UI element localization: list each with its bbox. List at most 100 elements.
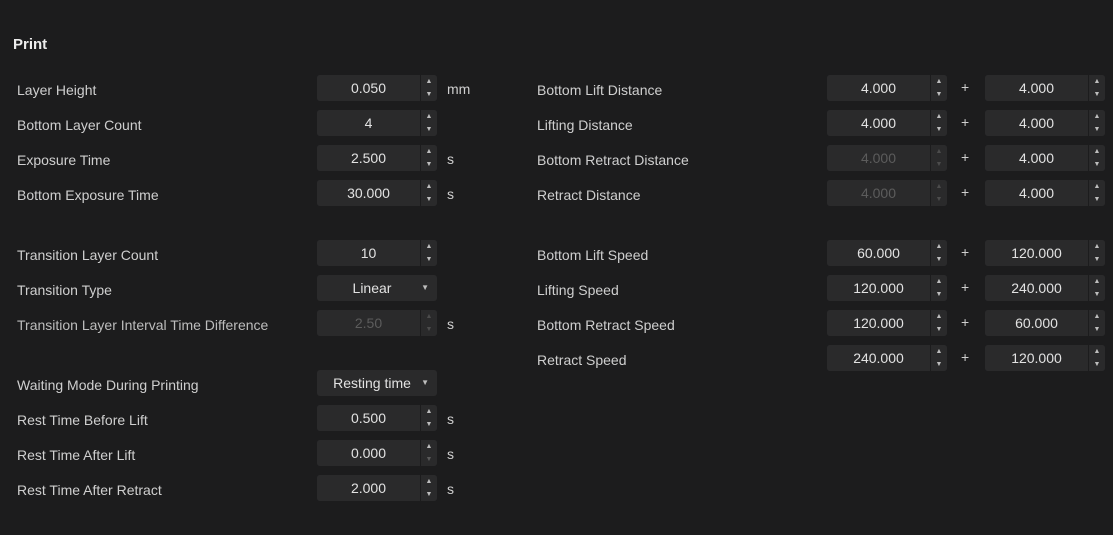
increment-icon[interactable]: ▲	[1089, 240, 1105, 253]
decrement-icon[interactable]: ▼	[1089, 288, 1105, 301]
increment-icon[interactable]: ▲	[931, 110, 947, 123]
decrement-icon[interactable]: ▼	[421, 158, 437, 171]
decrement-icon[interactable]: ▼	[421, 123, 437, 136]
retract-speed-value-1[interactable]: 240.000	[827, 345, 930, 371]
decrement-icon[interactable]: ▼	[421, 488, 437, 501]
increment-icon[interactable]: ▲	[1089, 345, 1105, 358]
section-title: Print	[13, 36, 48, 53]
transition-layer-count-spinbox[interactable]: 10 ▲ ▼	[317, 240, 437, 266]
plus-sign: +	[961, 349, 970, 365]
lifting-distance-spinbox-2[interactable]: 4.000 ▲ ▼	[985, 110, 1105, 136]
exposure-time-spinbox[interactable]: 2.500 ▲ ▼	[317, 145, 437, 171]
increment-icon[interactable]: ▲	[1089, 310, 1105, 323]
rest-before-lift-value[interactable]: 0.500	[317, 405, 420, 431]
increment-icon[interactable]: ▲	[931, 275, 947, 288]
transition-layer-count-value[interactable]: 10	[317, 240, 420, 266]
increment-icon[interactable]: ▲	[1089, 75, 1105, 88]
decrement-icon[interactable]: ▼	[1089, 253, 1105, 266]
increment-icon[interactable]: ▲	[421, 110, 437, 123]
decrement-icon[interactable]: ▼	[1089, 358, 1105, 371]
bottom-retract-distance-value-2[interactable]: 4.000	[985, 145, 1088, 171]
bottom-lift-distance-value-2[interactable]: 4.000	[985, 75, 1088, 101]
decrement-icon: ▼	[935, 161, 943, 168]
increment-icon[interactable]: ▲	[421, 240, 437, 253]
bottom-retract-distance-spinbox-2[interactable]: 4.000 ▲ ▼	[985, 145, 1105, 171]
increment-icon[interactable]: ▲	[931, 310, 947, 323]
increment-icon[interactable]: ▲	[931, 240, 947, 253]
rest-before-lift-spinbox[interactable]: 0.500 ▲ ▼	[317, 405, 437, 431]
bottom-lift-speed-value-2[interactable]: 120.000	[985, 240, 1088, 266]
bottom-lift-speed-spinbox-2[interactable]: 120.000 ▲ ▼	[985, 240, 1105, 266]
waiting-mode-label: Waiting Mode During Printing	[17, 377, 199, 393]
increment-icon[interactable]: ▲	[1089, 110, 1105, 123]
rest-after-retract-value[interactable]: 2.000	[317, 475, 420, 501]
retract-distance-spinbox-2[interactable]: 4.000 ▲ ▼	[985, 180, 1105, 206]
bottom-lift-distance-spinbox-1[interactable]: 4.000 ▲ ▼	[827, 75, 947, 101]
retract-distance-value-2[interactable]: 4.000	[985, 180, 1088, 206]
increment-icon[interactable]: ▲	[421, 180, 437, 193]
exposure-time-value[interactable]: 2.500	[317, 145, 420, 171]
retract-speed-spinbox-2[interactable]: 120.000 ▲ ▼	[985, 345, 1105, 371]
increment-icon[interactable]: ▲	[1089, 145, 1105, 158]
increment-icon[interactable]: ▲	[931, 345, 947, 358]
bottom-layer-count-spinbox[interactable]: 4 ▲ ▼	[317, 110, 437, 136]
bottom-exposure-time-spinbox[interactable]: 30.000 ▲ ▼	[317, 180, 437, 206]
decrement-icon[interactable]: ▼	[1089, 193, 1105, 206]
lifting-distance-value-1[interactable]: 4.000	[827, 110, 930, 136]
lifting-distance-spinbox-1[interactable]: 4.000 ▲ ▼	[827, 110, 947, 136]
layer-height-spinbox[interactable]: 0.050 ▲ ▼	[317, 75, 437, 101]
retract-speed-value-2[interactable]: 120.000	[985, 345, 1088, 371]
plus-sign: +	[961, 279, 970, 295]
bottom-layer-count-value[interactable]: 4	[317, 110, 420, 136]
decrement-icon[interactable]: ▼	[931, 323, 947, 336]
lifting-speed-spinbox-2[interactable]: 240.000 ▲ ▼	[985, 275, 1105, 301]
plus-sign: +	[961, 244, 970, 260]
decrement-icon[interactable]: ▼	[931, 88, 947, 101]
rest-after-lift-value[interactable]: 0.000	[317, 440, 420, 466]
bottom-lift-distance-value-1[interactable]: 4.000	[827, 75, 930, 101]
decrement-icon[interactable]: ▼	[931, 358, 947, 371]
decrement-icon[interactable]: ▼	[931, 123, 947, 136]
rest-after-lift-spinbox[interactable]: 0.000 ▲ ▼	[317, 440, 437, 466]
bottom-lift-distance-spinbox-2[interactable]: 4.000 ▲ ▼	[985, 75, 1105, 101]
decrement-icon[interactable]: ▼	[931, 253, 947, 266]
increment-icon[interactable]: ▲	[931, 75, 947, 88]
decrement-icon[interactable]: ▼	[421, 88, 437, 101]
increment-icon[interactable]: ▲	[1089, 275, 1105, 288]
retract-speed-spinbox-1[interactable]: 240.000 ▲ ▼	[827, 345, 947, 371]
bottom-retract-speed-spinbox-2[interactable]: 60.000 ▲ ▼	[985, 310, 1105, 336]
bottom-retract-speed-label: Bottom Retract Speed	[537, 317, 675, 333]
increment-icon[interactable]: ▲	[421, 440, 437, 453]
waiting-mode-dropdown[interactable]: Resting time ▼	[317, 370, 437, 396]
bottom-lift-speed-value-1[interactable]: 60.000	[827, 240, 930, 266]
decrement-icon[interactable]: ▼	[421, 418, 437, 431]
lifting-speed-value-1[interactable]: 120.000	[827, 275, 930, 301]
bottom-retract-speed-value-1[interactable]: 120.000	[827, 310, 930, 336]
bottom-retract-speed-spinbox-1[interactable]: 120.000 ▲ ▼	[827, 310, 947, 336]
decrement-icon[interactable]: ▼	[1089, 88, 1105, 101]
decrement-icon[interactable]: ▼	[1089, 323, 1105, 336]
decrement-icon[interactable]: ▼	[1089, 123, 1105, 136]
decrement-icon[interactable]: ▼	[421, 453, 437, 466]
decrement-icon[interactable]: ▼	[1089, 158, 1105, 171]
bottom-retract-speed-value-2[interactable]: 60.000	[985, 310, 1088, 336]
unit-label: s	[447, 481, 454, 497]
decrement-icon[interactable]: ▼	[931, 288, 947, 301]
lifting-distance-value-2[interactable]: 4.000	[985, 110, 1088, 136]
rest-after-retract-spinbox[interactable]: 2.000 ▲ ▼	[317, 475, 437, 501]
increment-icon[interactable]: ▲	[421, 405, 437, 418]
decrement-icon[interactable]: ▼	[421, 193, 437, 206]
increment-icon[interactable]: ▲	[421, 145, 437, 158]
increment-icon[interactable]: ▲	[1089, 180, 1105, 193]
increment-icon[interactable]: ▲	[421, 75, 437, 88]
transition-type-dropdown[interactable]: Linear ▼	[317, 275, 437, 301]
transition-type-value: Linear	[352, 280, 392, 296]
increment-icon[interactable]: ▲	[421, 475, 437, 488]
bottom-lift-speed-label: Bottom Lift Speed	[537, 247, 649, 263]
decrement-icon[interactable]: ▼	[421, 253, 437, 266]
lifting-speed-spinbox-1[interactable]: 120.000 ▲ ▼	[827, 275, 947, 301]
layer-height-value[interactable]: 0.050	[317, 75, 420, 101]
bottom-lift-speed-spinbox-1[interactable]: 60.000 ▲ ▼	[827, 240, 947, 266]
lifting-speed-value-2[interactable]: 240.000	[985, 275, 1088, 301]
bottom-exposure-time-value[interactable]: 30.000	[317, 180, 420, 206]
